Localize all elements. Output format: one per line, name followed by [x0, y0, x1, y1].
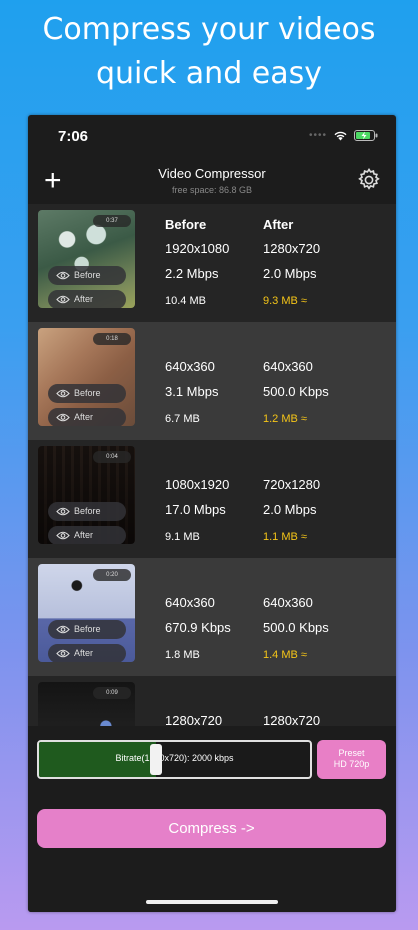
preset-button[interactable]: Preset HD 720p: [317, 740, 386, 779]
before-label: Before: [74, 506, 101, 516]
signal-icon: ••••: [308, 130, 327, 141]
video-row[interactable]: 0:20 Before After 640x360 640x360 670.9 …: [28, 558, 396, 676]
after-label: After: [74, 530, 94, 540]
video-thumbnail[interactable]: 0:37 Before After: [38, 210, 135, 308]
video-row[interactable]: 0:18 Before After 640x360 640x360 3.1 Mb…: [28, 322, 396, 440]
video-row[interactable]: 0:37 Before After Before After 1920x1080…: [28, 204, 396, 322]
after-size: 1.2 MB ≈: [263, 413, 307, 425]
preview-after-button[interactable]: After: [48, 526, 126, 544]
before-column-header: Before: [165, 217, 207, 232]
headline-line-2: quick and easy: [96, 56, 322, 91]
compress-button[interactable]: Compress ->: [37, 809, 386, 848]
after-resolution: 720x1280: [263, 477, 321, 492]
free-space-label: free space: 86.8 GB: [171, 185, 253, 195]
battery-icon: [354, 130, 378, 141]
eye-icon: [56, 295, 70, 304]
before-size: 1.8 MB: [165, 649, 200, 661]
preview-before-button[interactable]: Before: [48, 502, 126, 521]
after-bitrate: 500.0 Kbps: [263, 620, 329, 635]
video-duration: 0:09: [93, 687, 131, 699]
after-resolution: 1280x720: [263, 713, 321, 726]
after-bitrate: 2.0 Mbps: [263, 266, 317, 281]
video-thumbnail[interactable]: 0:18 Before After: [38, 328, 135, 426]
settings-gear-icon[interactable]: [356, 167, 382, 193]
video-thumbnail[interactable]: 0:20 Before After: [38, 564, 135, 662]
video-duration: 0:37: [93, 215, 131, 227]
after-label: After: [74, 412, 94, 422]
video-thumbnail[interactable]: 0:04 Before After: [38, 446, 135, 544]
after-label: After: [74, 294, 94, 304]
after-resolution: 640x360: [263, 359, 313, 374]
before-bitrate: 2.2 Mbps: [165, 266, 219, 281]
compression-controls: Bitrate(1280x720): 2000 kbps Preset HD 7…: [28, 726, 396, 912]
video-row[interactable]: 0:09 1280x720 1280x720: [28, 676, 396, 726]
before-label: Before: [74, 388, 101, 398]
headline-line-1: Compress your videos: [42, 12, 376, 47]
before-resolution: 640x360: [165, 359, 215, 374]
after-size: 9.3 MB ≈: [263, 295, 307, 307]
slider-handle[interactable]: [150, 744, 162, 775]
before-size: 10.4 MB: [165, 295, 206, 307]
home-indicator[interactable]: [146, 900, 278, 904]
bitrate-label: Bitrate(1280x720): 2000 kbps: [115, 753, 234, 763]
before-resolution: 1920x1080: [165, 241, 230, 256]
preview-before-button[interactable]: Before: [48, 620, 126, 639]
after-label: After: [74, 648, 94, 658]
promo-headline: Compress your videos quick and easy: [0, 8, 418, 96]
status-bar: 7:06 ••••: [28, 115, 396, 161]
before-size: 6.7 MB: [165, 413, 200, 425]
wifi-icon: [334, 131, 347, 141]
video-duration: 0:20: [93, 569, 131, 581]
video-duration: 0:18: [93, 333, 131, 345]
after-bitrate: 500.0 Kbps: [263, 384, 329, 399]
before-label: Before: [74, 270, 101, 280]
after-bitrate: 2.0 Mbps: [263, 502, 317, 517]
preview-after-button[interactable]: After: [48, 644, 126, 662]
preset-value: HD 720p: [333, 759, 370, 769]
eye-icon: [56, 531, 70, 540]
status-icons: ••••: [309, 130, 378, 141]
preview-before-button[interactable]: Before: [48, 384, 126, 403]
preset-title: Preset: [338, 748, 365, 758]
nav-title: Video Compressor: [158, 166, 266, 181]
after-size: 1.4 MB ≈: [263, 649, 307, 661]
eye-icon: [56, 649, 70, 658]
preview-after-button[interactable]: After: [48, 290, 126, 308]
after-size: 1.1 MB ≈: [263, 531, 307, 543]
video-thumbnail[interactable]: 0:09: [38, 682, 135, 726]
preview-before-button[interactable]: Before: [48, 266, 126, 285]
status-time: 7:06: [58, 128, 89, 145]
before-bitrate: 17.0 Mbps: [165, 502, 226, 517]
preview-after-button[interactable]: After: [48, 408, 126, 426]
eye-icon: [56, 389, 70, 398]
before-bitrate: 3.1 Mbps: [165, 384, 219, 399]
eye-icon: [56, 413, 70, 422]
eye-icon: [56, 271, 70, 280]
video-row[interactable]: 0:04 Before After 1080x1920 720x1280 17.…: [28, 440, 396, 558]
video-duration: 0:04: [93, 451, 131, 463]
before-resolution: 1080x1920: [165, 477, 230, 492]
video-list[interactable]: 0:37 Before After Before After 1920x1080…: [28, 204, 396, 726]
after-column-header: After: [263, 217, 294, 232]
before-resolution: 1280x720: [165, 713, 223, 726]
phone-screen: 7:06 •••• + Video Compressor free space:…: [28, 115, 396, 912]
after-resolution: 640x360: [263, 595, 313, 610]
before-label: Before: [74, 624, 101, 634]
eye-icon: [56, 507, 70, 516]
before-bitrate: 670.9 Kbps: [165, 620, 231, 635]
after-resolution: 1280x720: [263, 241, 321, 256]
bitrate-slider[interactable]: Bitrate(1280x720): 2000 kbps: [37, 740, 312, 779]
eye-icon: [56, 625, 70, 634]
before-size: 9.1 MB: [165, 531, 200, 543]
nav-bar: + Video Compressor free space: 86.8 GB: [28, 161, 396, 205]
before-resolution: 640x360: [165, 595, 215, 610]
